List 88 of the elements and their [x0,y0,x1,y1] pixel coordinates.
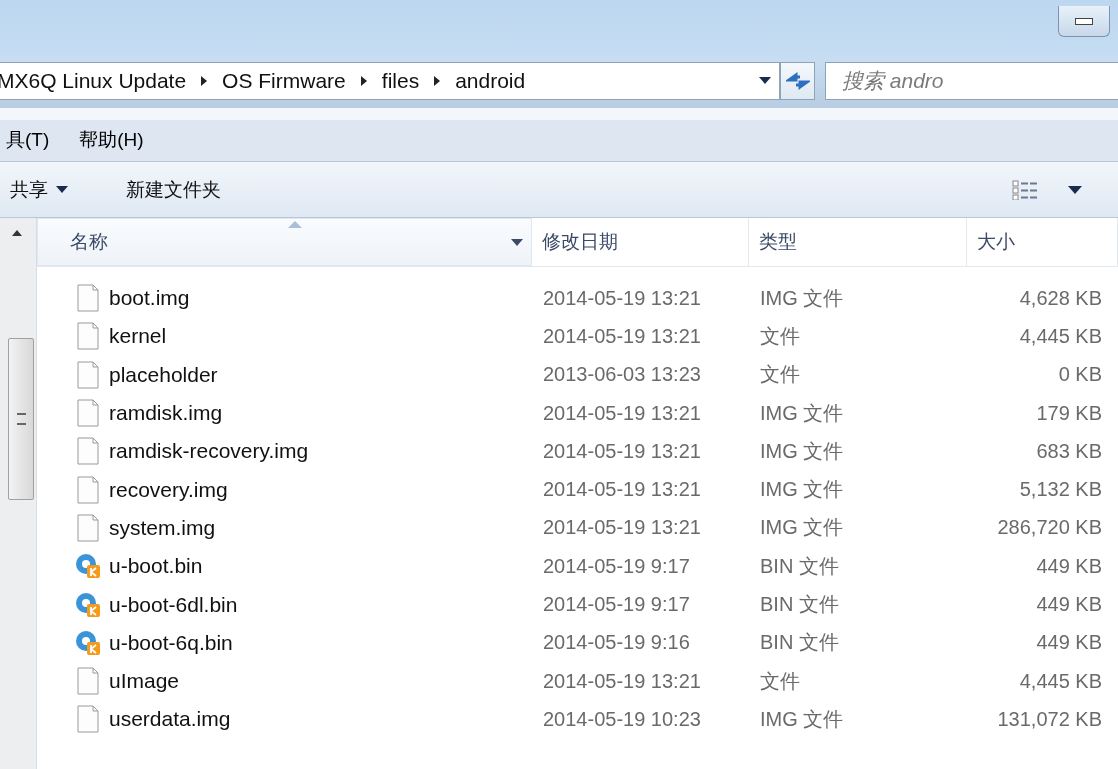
file-icon [75,705,101,734]
file-name[interactable]: system.img [37,513,532,542]
type-cell-text: IMG 文件 [759,400,845,426]
file-name[interactable]: boot.img [37,284,532,313]
breadcrumb-item[interactable]: android [455,69,526,93]
file-icon [75,437,101,466]
menu-item[interactable]: 帮助(H) [79,127,144,153]
date-cell-text: 2013-06-03 13:23 [542,363,702,387]
type-cell-text: 文件 [759,362,801,388]
dropdown-caret-icon[interactable] [759,77,772,85]
file-name[interactable]: u-boot-6dl.bin [37,591,532,618]
file-name[interactable]: u-boot.bin [37,553,532,580]
refresh-button[interactable] [780,62,815,100]
date-cell-text: 2014-05-19 9:17 [542,593,691,616]
breadcrumb-item[interactable]: files [381,69,420,93]
size-cell-text: 449 KB [1035,631,1103,655]
file-icon [75,399,101,428]
file-icon [75,360,101,389]
disc-icon [75,629,101,656]
disc-icon [75,591,101,618]
date-cell-text: 2014-05-19 13:21 [542,439,702,463]
date-cell-text: 2014-05-19 13:21 [542,286,702,310]
scroll-thumb[interactable] [8,338,34,500]
size-cell-text: 4,445 KB [1018,324,1103,348]
file-icon [75,284,101,313]
disc-icon [75,553,101,580]
type-cell-text: BIN 文件 [759,592,840,617]
file-name[interactable]: userdata.img [37,705,532,734]
size-cell-text: 5,132 KB [1018,478,1103,502]
size-cell-text: 286,720 KB [996,516,1103,540]
search-field[interactable]: 搜索 andro [825,62,1118,100]
file-icon [75,475,101,504]
file-name[interactable]: u-boot-6q.bin [37,629,532,656]
type-cell-text: IMG 文件 [759,706,845,732]
type-cell-text: 文件 [759,668,801,694]
date-cell-text: 2014-05-19 9:17 [542,554,691,578]
menu-item[interactable]: 具(T) [6,127,50,153]
file-icon [75,513,101,542]
size-cell-text: 449 KB [1035,593,1103,616]
date-cell-text: 2014-05-19 9:16 [542,631,691,655]
date-cell-text: 2014-05-19 10:23 [542,707,702,731]
date-cell-text: 2014-05-19 13:21 [542,324,702,348]
file-name[interactable]: ramdisk-recovery.img [37,437,532,466]
breadcrumb-item[interactable]: OS Firmware [222,69,346,93]
file-icon [75,322,101,351]
file-name[interactable]: recovery.img [37,475,532,504]
toolbar-button[interactable]: 新建文件夹 [116,170,231,209]
size-cell-text: 4,445 KB [1018,669,1103,693]
scrollbar[interactable] [0,218,37,769]
type-cell-text: BIN 文件 [759,630,840,656]
type-cell-text: IMG 文件 [759,477,845,503]
date-cell-text: 2014-05-19 13:21 [542,401,702,425]
column-header[interactable]: 名称 [37,218,532,266]
column-header[interactable]: 类型 [749,218,967,266]
caret-icon[interactable] [511,238,523,246]
date-cell-text: 2014-05-19 13:21 [542,669,702,693]
file-name[interactable]: uImage [37,667,532,696]
file-name[interactable]: placeholder [37,360,532,389]
file-icon [75,667,101,696]
file-name[interactable]: ramdisk.img [37,399,532,428]
size-cell-text: 4,628 KB [1018,286,1103,310]
toolbar-button[interactable]: 共享 [0,170,78,209]
size-cell-text: 131,072 KB [996,707,1103,731]
size-cell-text: 449 KB [1035,554,1103,578]
type-cell-text: 文件 [759,323,801,349]
type-cell-text: BIN 文件 [759,553,840,579]
type-cell-text: IMG 文件 [759,285,845,311]
scroll-up-arrow-icon[interactable] [12,230,22,236]
type-cell-text: IMG 文件 [759,438,845,464]
caret-icon[interactable] [56,186,68,193]
type-cell-text: IMG 文件 [759,515,845,541]
column-header[interactable]: 大小 [967,218,1118,266]
refresh-icon[interactable] [785,71,810,91]
dropdown-caret-icon[interactable] [1068,185,1082,194]
date-cell-text: 2014-05-19 13:21 [542,516,702,540]
grip-icon [16,413,26,425]
size-cell-text: 179 KB [1035,401,1103,425]
column-header[interactable]: 修改日期 [532,218,749,266]
chevron-right-icon[interactable] [359,75,368,87]
details-view-icon[interactable] [1012,179,1040,200]
minimize-button[interactable] [1058,6,1110,37]
chevron-right-icon[interactable] [200,75,209,87]
size-cell-text: 683 KB [1035,439,1103,463]
chevron-right-icon[interactable] [433,75,442,87]
size-cell-text: 0 KB [1057,363,1103,387]
date-cell-text: 2014-05-19 13:21 [542,478,702,502]
sort-arrow-icon [288,221,302,228]
file-name[interactable]: kernel [37,322,532,351]
